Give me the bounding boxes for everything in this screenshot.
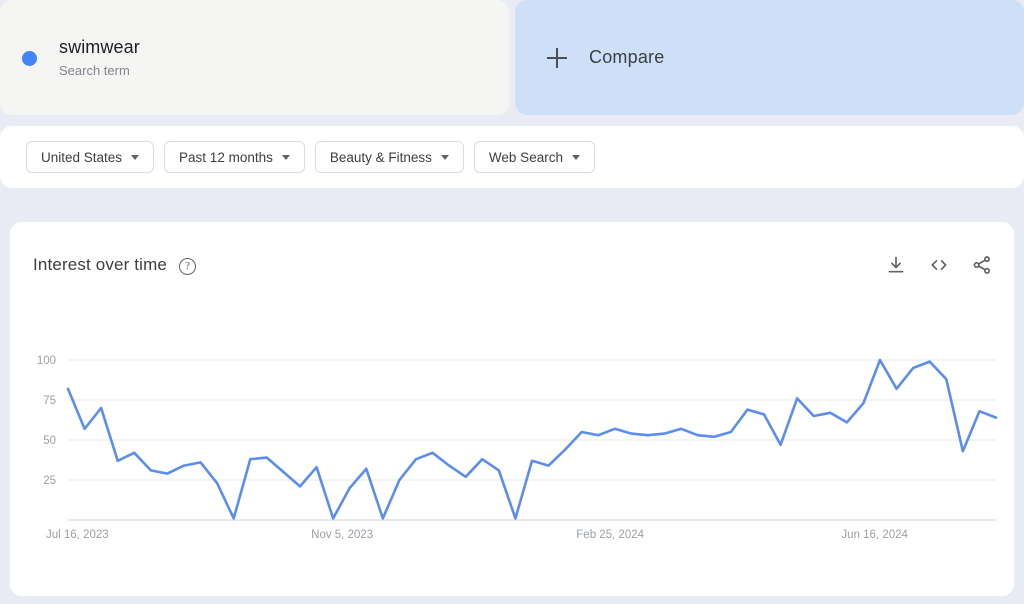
x-axis-tick-label: Jun 16, 2024 <box>841 529 908 541</box>
chevron-down-icon <box>131 154 140 160</box>
series-color-dot <box>22 51 37 66</box>
search-term-type: Search term <box>59 62 130 78</box>
terms-row: swimwear Search term Compare <box>0 0 1024 120</box>
plus-icon <box>547 47 567 68</box>
x-axis-tick-label: Feb 25, 2024 <box>576 529 644 541</box>
compare-card[interactable]: Compare <box>515 0 1024 115</box>
filter-category[interactable]: Beauty & Fitness <box>314 141 464 173</box>
search-term-label: swimwear <box>59 36 140 57</box>
y-axis-tick-label: 25 <box>43 475 56 487</box>
chart-actions <box>886 255 992 275</box>
chevron-down-icon <box>281 154 290 160</box>
search-term-text: swimwear Search term <box>59 35 140 81</box>
filter-search-type[interactable]: Web Search <box>473 141 595 173</box>
filter-search-type-label: Web Search <box>488 149 563 165</box>
help-circle-icon[interactable]: ? <box>179 257 197 275</box>
page-title: Interest over time <box>33 255 168 274</box>
chevron-down-icon <box>440 154 449 160</box>
interest-over-time-card: Interest over time ? 25 50 75 100 Jul 16… <box>10 222 1014 596</box>
chart-header: Interest over time ? <box>10 222 1014 308</box>
search-term-card[interactable]: swimwear Search term <box>0 0 509 115</box>
filter-bar: United States Past 12 months Beauty & Fi… <box>0 126 1024 188</box>
download-icon[interactable] <box>886 255 906 275</box>
interest-over-time-chart: 25 50 75 100 Jul 16, 2023 Nov 5, 2023 Feb 25, … <box>37 355 998 541</box>
filter-time-range-label: Past 12 months <box>179 149 273 165</box>
share-icon[interactable] <box>972 255 992 275</box>
chevron-down-icon <box>571 154 580 160</box>
compare-label: Compare <box>589 47 665 67</box>
y-axis-tick-label: 50 <box>43 435 56 447</box>
filter-location[interactable]: United States <box>26 141 155 173</box>
x-axis-tick-label: Nov 5, 2023 <box>311 529 373 541</box>
chart-plot-area: 25 50 75 100 Jul 16, 2023 Nov 5, 2023 Feb 25, … <box>10 308 1014 558</box>
x-axis-tick-label: Jul 16, 2023 <box>46 529 109 541</box>
filter-location-label: United States <box>41 149 123 165</box>
embed-code-icon[interactable] <box>929 255 949 275</box>
trends-page: swimwear Search term Compare United Stat… <box>0 0 1024 604</box>
filter-time-range[interactable]: Past 12 months <box>164 141 305 173</box>
y-axis-tick-label: 100 <box>37 355 56 367</box>
y-axis-tick-label: 75 <box>43 395 56 407</box>
filter-category-label: Beauty & Fitness <box>329 149 432 165</box>
series-line-swimwear[interactable] <box>66 358 998 520</box>
